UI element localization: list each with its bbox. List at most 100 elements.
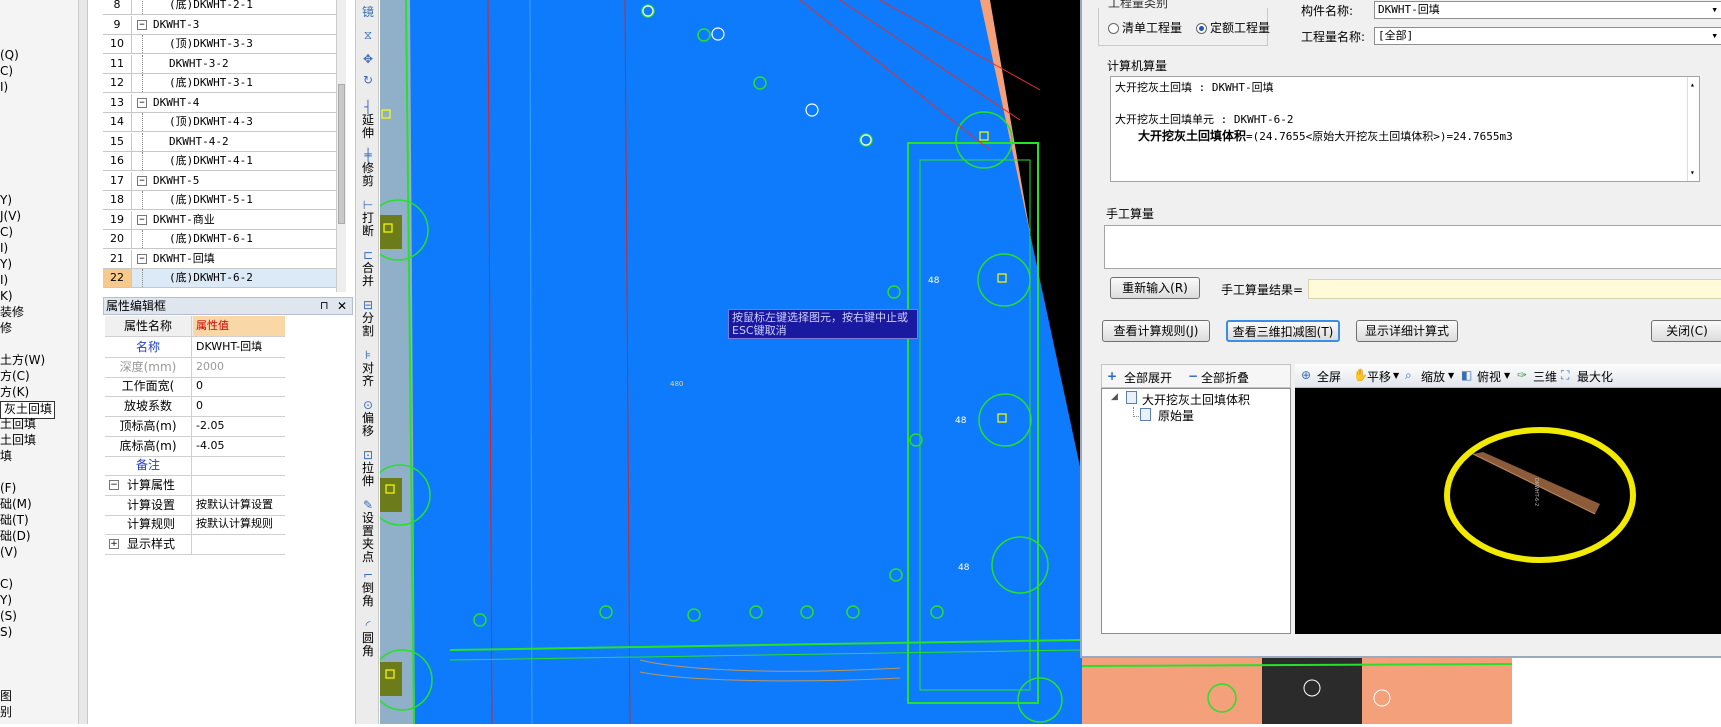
collapse-toggle-icon[interactable]: − (137, 253, 147, 264)
nav-item[interactable]: Y) (0, 193, 12, 207)
property-row[interactable]: 名称 DKWHT-回填 (105, 337, 285, 358)
tree-row[interactable]: 10 (顶)DKWHT-3-3 (103, 35, 346, 54)
fullscreen-icon[interactable]: ⊕ (1301, 368, 1311, 382)
property-value[interactable]: 0 (193, 376, 285, 396)
edit-tool-button[interactable]: ┤ 延伸 (356, 100, 380, 140)
tree-toggle-icon[interactable]: ◢ (1111, 392, 1118, 402)
3d-viewport[interactable]: DKWHT-6-2 (1295, 388, 1721, 634)
nav-item[interactable]: I) (0, 241, 8, 255)
edit-tool-button[interactable]: ✎ 设置夹点 (356, 498, 380, 564)
property-value[interactable] (193, 475, 285, 495)
property-row[interactable]: 深度(mm) 2000 (105, 356, 285, 378)
property-row[interactable]: 工作面宽(0 (105, 376, 285, 398)
nav-item[interactable]: 别 (0, 705, 12, 719)
manual-result-field[interactable] (1308, 279, 1721, 299)
chevron-down-icon[interactable]: ▼ (1504, 371, 1510, 380)
nav-item[interactable]: 装修 (0, 305, 24, 319)
property-row[interactable]: 显示样式 + (105, 534, 285, 555)
component-tree-scrollbar[interactable] (336, 0, 346, 292)
nav-item[interactable]: 土回填 (0, 417, 36, 431)
nav-item[interactable]: J(V) (0, 209, 21, 223)
tree-row[interactable]: 12 (底)DKWHT-3-1 (103, 74, 346, 93)
close-icon[interactable]: ✕ (337, 298, 347, 314)
radio-list-quantity[interactable]: 清单工程量 (1108, 19, 1182, 36)
nav-item[interactable]: Y) (0, 593, 12, 607)
edit-tool-button[interactable]: ◜ 圆角 (356, 618, 380, 658)
property-value[interactable]: 2000 (193, 357, 285, 377)
property-value[interactable] (193, 455, 285, 475)
edit-tool-button[interactable]: ⊏ 合并 (356, 248, 380, 288)
tree-row[interactable]: 9− DKWHT-3 (103, 15, 346, 35)
edit-tool-button[interactable]: ⊟ 分割 (356, 298, 380, 338)
component-name-select[interactable]: DKWHT-回填 ▾ (1374, 1, 1721, 19)
property-value[interactable]: 0 (193, 396, 285, 416)
maximize-button[interactable]: 最大化 (1577, 368, 1613, 385)
nav-item[interactable]: 方(K) (0, 385, 29, 399)
reinput-button[interactable]: 重新输入(R) (1110, 277, 1200, 299)
nav-item[interactable]: Y) (0, 257, 12, 271)
edit-tool-button[interactable]: ╪ 修剪 (356, 148, 380, 188)
collapse-all-button[interactable]: 全部折叠 (1201, 369, 1249, 386)
pin-icon[interactable]: ⊓ (320, 298, 329, 314)
edit-tool-button[interactable]: ↻ (356, 73, 380, 87)
collapse-toggle-icon[interactable]: − (137, 214, 147, 225)
property-value[interactable]: DKWHT-回填 (193, 337, 285, 357)
edit-tool-button[interactable]: ⊧ 对齐 (356, 348, 380, 388)
expand-toggle-icon[interactable]: + (109, 539, 119, 549)
maximize-icon[interactable]: ⛶ (1561, 368, 1569, 383)
tree-row[interactable]: 21− DKWHT-回填 (103, 249, 346, 269)
nav-item[interactable]: 图 (0, 689, 12, 703)
tree-root-node[interactable]: 大开挖灰土回填体积 (1142, 391, 1250, 408)
property-value[interactable] (193, 534, 285, 554)
top-view-icon[interactable]: ◧ (1461, 368, 1472, 382)
edit-tool-button[interactable]: ⧖ (356, 28, 380, 42)
quantity-name-select[interactable]: [全部] ▾ (1374, 27, 1721, 45)
drawing-canvas[interactable]: 48 48 48 480 (380, 0, 1100, 724)
property-value[interactable]: 按默认计算规则 (193, 514, 285, 534)
collapse-toggle-icon[interactable]: − (109, 479, 119, 490)
collapse-toggle-icon[interactable]: − (137, 175, 147, 186)
close-button[interactable]: 关闭(C) (1651, 320, 1721, 342)
top-view-button[interactable]: 俯视 (1477, 368, 1501, 385)
property-row[interactable]: 计算设置 按默认计算设置 (105, 494, 285, 516)
property-value[interactable]: 按默认计算设置 (193, 495, 285, 515)
nav-item[interactable]: 础(D) (0, 529, 31, 543)
nav-item[interactable]: C) (0, 225, 13, 239)
property-row[interactable]: 计算规则 按默认计算规则 (105, 514, 285, 536)
nav-item[interactable]: I) (0, 273, 8, 287)
nav-item[interactable]: (S) (0, 609, 17, 623)
tree-row[interactable]: 15 DKWHT-4-2 (103, 132, 346, 152)
nav-item[interactable]: 方(C) (0, 369, 30, 383)
calc-scrollbar[interactable]: ▴ ▾ (1687, 77, 1699, 181)
nav-scrollbar[interactable] (78, 0, 87, 724)
edit-tool-button[interactable]: ✥ (356, 52, 380, 66)
property-value[interactable]: -4.05 (193, 436, 285, 456)
nav-item[interactable]: K) (0, 289, 13, 303)
property-row[interactable]: 备注 (105, 455, 285, 477)
property-row[interactable]: 顶标高(m) -2.05 (105, 415, 285, 437)
property-value[interactable]: -2.05 (193, 416, 285, 436)
edit-tool-button[interactable]: ⊙ 偏移 (356, 398, 380, 438)
scrollbar-thumb[interactable] (338, 84, 345, 224)
edit-tool-button[interactable]: 镜 (356, 5, 380, 19)
tree-row[interactable]: 20 (底)DKWHT-6-1 (103, 230, 346, 249)
nav-item[interactable]: C) (0, 577, 13, 591)
computer-calc-textarea[interactable]: 大开挖灰土回填 : DKWHT-回填 大开挖灰土回填单元 : DKWHT-6-2… (1110, 76, 1700, 182)
nav-item[interactable]: C) (0, 64, 13, 78)
fullscreen-button[interactable]: 全屏 (1317, 368, 1341, 385)
tree-row[interactable]: 19− DKWHT-商业 (103, 210, 346, 230)
nav-item[interactable]: 础(M) (0, 497, 32, 511)
chevron-down-icon[interactable]: ▼ (1393, 371, 1399, 380)
zoom-button[interactable]: 缩放 (1421, 368, 1445, 385)
edit-tool-button[interactable]: ⊢ 打断 (356, 198, 380, 238)
collapse-toggle-icon[interactable]: − (137, 19, 147, 30)
nav-item[interactable]: S) (0, 625, 12, 639)
expand-all-button[interactable]: 全部展开 (1124, 369, 1172, 386)
nav-item[interactable]: (Q) (0, 48, 19, 62)
nav-item[interactable]: 础(T) (0, 513, 29, 527)
property-row[interactable]: 放坡系数 0 (105, 396, 285, 418)
radio-icon[interactable] (1108, 23, 1119, 34)
edit-tool-button[interactable]: ⊡ 拉伸 (356, 448, 380, 488)
nav-item[interactable]: 填 (0, 449, 12, 463)
tree-row[interactable]: 17− DKWHT-5 (103, 171, 346, 191)
